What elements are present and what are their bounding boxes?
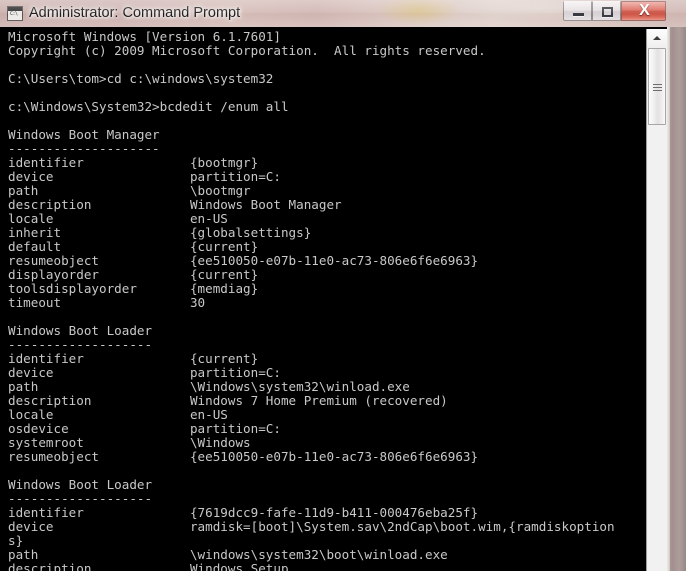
console-line: path \Windows\system32\winload.exe — [8, 379, 410, 394]
scrollbar-grip-line — [653, 84, 662, 85]
console-line: device partition=C: — [8, 169, 281, 184]
console-line: default {current} — [8, 239, 259, 254]
console-line: identifier {bootmgr} — [8, 155, 259, 170]
maximize-icon — [602, 7, 613, 17]
console-line: displayorder {current} — [8, 267, 259, 282]
console-output-area[interactable]: Microsoft Windows [Version 6.1.7601] Copy… — [5, 29, 646, 571]
console-line: description Windows 7 Home Premium (reco… — [8, 393, 448, 408]
console-line: Microsoft Windows [Version 6.1.7601] — [8, 29, 281, 44]
console-line: osdevice partition=C: — [8, 421, 281, 436]
console-line: toolsdisplayorder {memdiag} — [8, 281, 259, 296]
window-right-frame-inner — [667, 27, 670, 571]
console-line: Windows Boot Loader — [8, 477, 153, 492]
scroll-up-arrow-button[interactable] — [647, 29, 667, 46]
maximize-button[interactable] — [592, 1, 621, 21]
console-line: inherit {globalsettings} — [8, 225, 312, 240]
scrollbar-grip-line — [653, 87, 662, 88]
console-line: path \windows\system32\boot\winload.exe — [8, 547, 448, 562]
scrollbar-grip-line — [653, 90, 662, 91]
minimize-icon — [573, 13, 584, 16]
console-line: locale en-US — [8, 407, 228, 422]
window-titlebar[interactable]: C:\ Administrator: Command Prompt X — [0, 0, 686, 27]
close-button[interactable]: X — [621, 1, 666, 21]
console-line: systemroot \Windows — [8, 435, 251, 450]
console-line: resumeobject {ee510050-e07b-11e0-ac73-80… — [8, 449, 479, 464]
console-line: device ramdisk=[boot]\System.sav\2ndCap\… — [8, 519, 615, 534]
console-line: identifier {current} — [8, 351, 259, 366]
console-line: path \bootmgr — [8, 183, 251, 198]
console-line: -------------------- — [8, 141, 160, 156]
scrollbar-track[interactable] — [648, 125, 666, 571]
console-line: identifier {7619dcc9-fafe-11d9-b411-0004… — [8, 505, 479, 520]
console-scrollbar[interactable] — [646, 29, 667, 571]
chevron-up-icon — [653, 36, 661, 40]
console-line: C:\Users\tom>cd c:\windows\system32 — [8, 71, 274, 86]
command-prompt-icon: C:\ — [7, 6, 23, 21]
console-line: resumeobject {ee510050-e07b-11e0-ac73-80… — [8, 253, 479, 268]
console-line: locale en-US — [8, 211, 228, 226]
console-line: c:\Windows\System32>bcdedit /enum all — [8, 99, 289, 114]
close-icon: X — [639, 2, 650, 19]
console-line: description Windows Setup — [8, 561, 289, 571]
scrollbar-thumb[interactable] — [648, 48, 666, 125]
window-title: Administrator: Command Prompt — [29, 5, 241, 21]
console-line: ------------------- — [8, 491, 153, 506]
minimize-button[interactable] — [563, 1, 592, 21]
command-prompt-window: C:\ Administrator: Command Prompt X Micr… — [0, 0, 686, 571]
console-prompt-glyph: C:\ — [10, 11, 18, 17]
console-line: Windows Boot Manager — [8, 127, 160, 142]
console-line: Copyright (c) 2009 Microsoft Corporation… — [8, 43, 486, 58]
console-line: s} — [8, 533, 24, 548]
console-text-buffer: Microsoft Windows [Version 6.1.7601] Copy… — [8, 30, 646, 571]
console-line: Windows Boot Loader — [8, 323, 153, 338]
console-line: ------------------- — [8, 337, 153, 352]
console-line: timeout 30 — [8, 295, 206, 310]
console-line: description Windows Boot Manager — [8, 197, 342, 212]
console-line: device partition=C: — [8, 365, 281, 380]
